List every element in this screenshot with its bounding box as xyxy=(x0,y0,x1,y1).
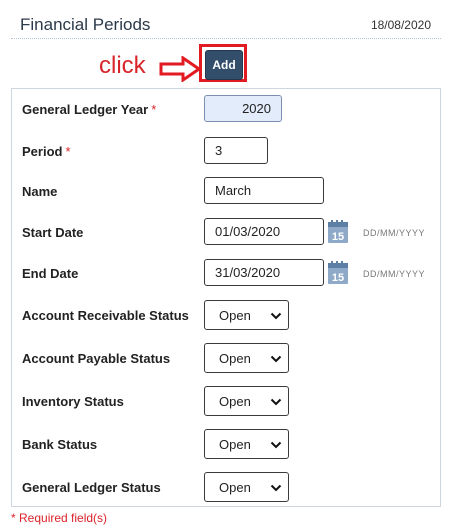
ar-status-select[interactable]: Open xyxy=(204,300,289,330)
end-date-input[interactable] xyxy=(204,259,324,286)
click-annotation: click xyxy=(99,52,146,79)
calendar-icon[interactable]: 15 xyxy=(327,220,349,244)
bank-status-label: Bank Status xyxy=(22,437,98,452)
select-value: Open xyxy=(219,351,251,366)
page-header: Financial Periods 18/08/2020 xyxy=(11,0,441,39)
required-marker: * xyxy=(65,144,71,159)
select-value: Open xyxy=(219,480,251,495)
chevron-down-icon xyxy=(270,312,282,320)
required-fields-note: * Required field(s) xyxy=(11,511,108,525)
date-format-hint: DD/MM/YYYY xyxy=(363,228,426,238)
arrow-right-icon xyxy=(159,56,201,82)
ap-status-select[interactable]: Open xyxy=(204,343,289,373)
period-label: Period * xyxy=(22,144,71,159)
inventory-status-select[interactable]: Open xyxy=(204,386,289,416)
end-date-label: End Date xyxy=(22,266,79,281)
gl-year-label: General Ledger Year * xyxy=(22,102,157,117)
select-value: Open xyxy=(219,308,251,323)
bank-status-select[interactable]: Open xyxy=(204,429,289,459)
required-marker: * xyxy=(151,102,157,117)
start-date-label: Start Date xyxy=(22,225,84,240)
gl-status-label: General Ledger Status xyxy=(22,480,161,495)
start-date-input[interactable] xyxy=(204,218,324,245)
page-title: Financial Periods xyxy=(20,15,151,34)
select-value: Open xyxy=(219,394,251,409)
name-label: Name xyxy=(22,184,58,199)
ar-status-label: Account Receivable Status xyxy=(22,308,189,323)
svg-text:15: 15 xyxy=(332,231,344,243)
select-value: Open xyxy=(219,437,251,452)
name-input[interactable] xyxy=(204,177,324,204)
add-button[interactable]: Add xyxy=(205,50,243,80)
chevron-down-icon xyxy=(270,441,282,449)
inventory-status-label: Inventory Status xyxy=(22,394,124,409)
calendar-icon[interactable]: 15 xyxy=(327,261,349,285)
header-date: 18/08/2020 xyxy=(370,18,431,32)
gl-year-input[interactable] xyxy=(204,95,282,122)
date-format-hint: DD/MM/YYYY xyxy=(363,269,426,279)
gl-status-select[interactable]: Open xyxy=(204,472,289,502)
svg-text:15: 15 xyxy=(332,272,344,284)
ap-status-label: Account Payable Status xyxy=(22,351,171,366)
chevron-down-icon xyxy=(270,355,282,363)
chevron-down-icon xyxy=(270,398,282,406)
period-input[interactable] xyxy=(204,137,268,164)
chevron-down-icon xyxy=(270,484,282,492)
